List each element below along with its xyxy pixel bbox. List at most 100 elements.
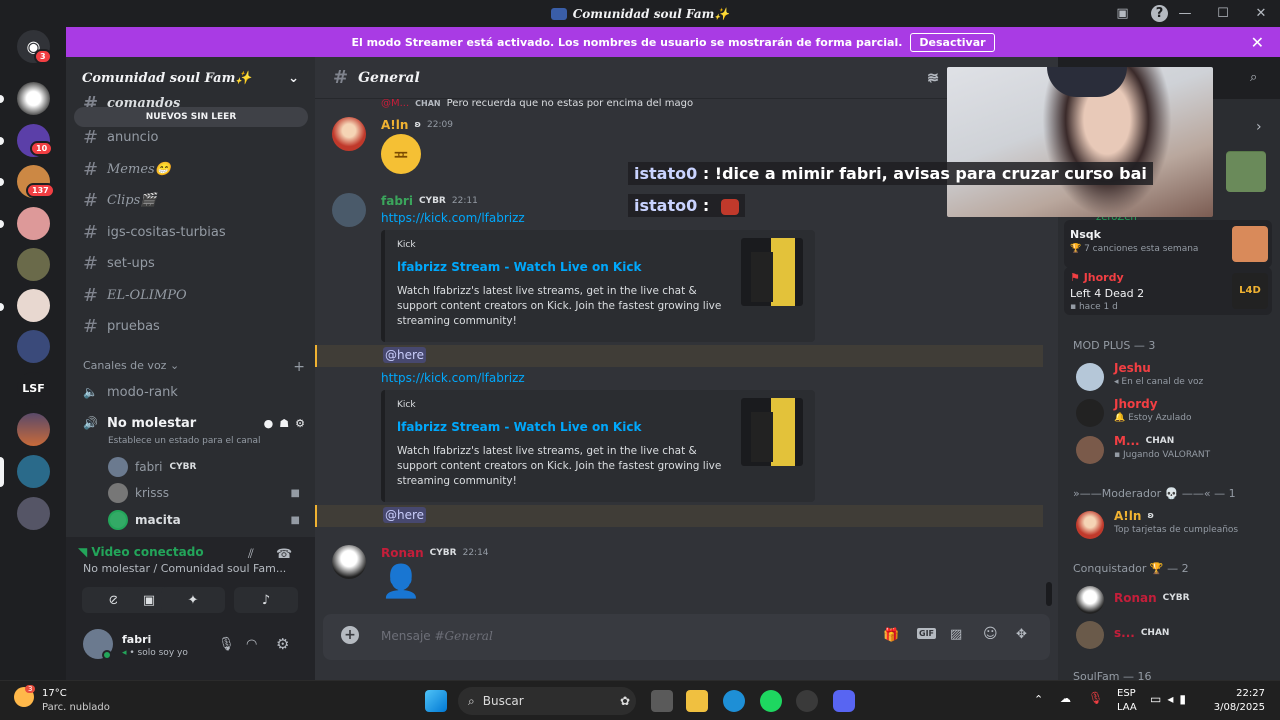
server-icon[interactable] — [17, 289, 50, 322]
voice-channel-no-molestar[interactable]: 🔊 No molestar ● ☗ ⚙ — [83, 410, 305, 436]
activity-button[interactable]: ✦ — [161, 587, 225, 613]
scrollbar[interactable] — [1046, 582, 1052, 606]
chevron-right-icon[interactable]: › — [1256, 119, 1262, 135]
unread-pill-icon — [0, 95, 4, 103]
maximize-icon[interactable]: ☐ — [1204, 6, 1242, 21]
discord-icon[interactable] — [833, 690, 855, 712]
inbox-icon[interactable]: ▣ — [1114, 5, 1131, 22]
channel-igs[interactable]: # igs-cositas-turbias — [83, 219, 226, 245]
avatar[interactable] — [332, 545, 366, 579]
embed-description: Watch lfabrizz's latest live streams, ge… — [397, 285, 722, 327]
embed-provider[interactable]: Kick — [397, 240, 416, 250]
channel-memes[interactable]: # Memes😁 — [83, 156, 171, 182]
disconnect-icon[interactable]: ☎ — [276, 547, 292, 562]
channel-anuncio[interactable]: # anuncio — [83, 124, 158, 150]
spotify-icon[interactable] — [760, 690, 782, 712]
message-link[interactable]: https://kick.com/lfabrizz — [381, 211, 525, 225]
channel-setups[interactable]: # set-ups — [83, 250, 155, 276]
embed-title[interactable]: lfabrizz Stream - Watch Live on Kick — [397, 420, 641, 434]
server-icon[interactable] — [17, 330, 50, 363]
server-icon[interactable] — [17, 455, 50, 488]
invite-icon[interactable]: ☗ — [279, 417, 289, 430]
voice-section-header[interactable]: Canales de voz ⌄ + — [83, 359, 305, 375]
embed-provider[interactable]: Kick — [397, 400, 416, 410]
gamepad-icon[interactable]: ✥ — [1016, 627, 1027, 642]
start-icon[interactable] — [425, 690, 447, 712]
server-icon[interactable] — [17, 82, 50, 115]
avatar[interactable] — [332, 193, 366, 227]
activity-card[interactable]: ⚑ Jhordy Left 4 Dead 2 ▪ hace 1 d L4D — [1064, 267, 1272, 315]
server-icon[interactable] — [17, 207, 50, 240]
embed-thumbnail[interactable] — [741, 238, 803, 306]
channel-olimpo[interactable]: # EL-OLIMPO — [83, 282, 187, 308]
noise-suppression-icon[interactable]: ⫽ — [248, 547, 254, 562]
message-author[interactable]: fabri — [381, 194, 413, 208]
activity-card[interactable]: Nsqk 🏆 7 canciones esta semana — [1064, 220, 1272, 268]
gear-icon[interactable]: ⚙ — [295, 417, 305, 430]
chat-icon[interactable]: ● — [264, 417, 274, 430]
server-lsf[interactable]: LSF — [17, 372, 50, 405]
member-item[interactable]: Jhordy 🔔 Estoy Azulado — [1076, 397, 1276, 431]
gift-icon[interactable]: 🎁 — [883, 628, 899, 643]
headphones-icon[interactable]: ◠ — [246, 637, 257, 652]
voice-channel-modo-rank[interactable]: 🔈 modo-rank — [83, 379, 178, 405]
user-tag: ʚ — [414, 120, 422, 130]
soundboard-button[interactable]: ♪ — [234, 587, 298, 613]
trophy-icon: 🏆 — [1070, 244, 1085, 254]
member-item[interactable]: Jeshu ◂ En el canal de voz — [1076, 361, 1276, 395]
language-indicator[interactable]: ESP LAA — [1117, 687, 1137, 715]
channel-status[interactable]: Establece un estado para el canal — [108, 436, 261, 446]
voice-user[interactable]: fabri CYBR — [108, 456, 196, 478]
avatar[interactable] — [332, 117, 366, 151]
microphone-icon[interactable]: 🎙 — [1088, 691, 1103, 705]
message-link[interactable]: https://kick.com/lfabrizz — [381, 371, 525, 385]
pin-icon[interactable]: ⇌ — [928, 72, 939, 87]
tray-app-icon[interactable]: ☁ — [1060, 692, 1071, 705]
member-name: Jeshu — [1114, 361, 1151, 375]
channel-pruebas[interactable]: # pruebas — [83, 313, 160, 339]
app-icon[interactable] — [796, 690, 818, 712]
clock[interactable]: 22:27 3/08/2025 — [1205, 687, 1265, 715]
taskbar-search[interactable]: ⌕ Buscar ✿ — [458, 687, 636, 715]
task-view-icon[interactable] — [651, 690, 673, 712]
voice-user[interactable]: macita ■ — [108, 509, 300, 531]
weather-widget[interactable]: 17°C Parc. nublado — [42, 687, 110, 715]
voice-location[interactable]: No molestar / Comunidad soul Fam... — [83, 562, 286, 575]
sticker-icon[interactable]: ▨ — [950, 627, 962, 642]
member-item[interactable]: Ronan CYBR — [1076, 584, 1276, 618]
voice-user[interactable]: krisss ■ — [108, 482, 300, 504]
embed-title[interactable]: lfabrizz Stream - Watch Live on Kick — [397, 260, 641, 274]
here-mention[interactable]: @here — [383, 347, 427, 363]
server-rail: ◉ 3 10 137 LSF — [0, 27, 66, 680]
server-icon[interactable] — [17, 413, 50, 446]
file-explorer-icon[interactable] — [686, 690, 708, 712]
add-channel-icon[interactable]: + — [293, 359, 305, 375]
clock-date: 3/08/2025 — [1213, 702, 1265, 713]
edge-icon[interactable] — [723, 690, 745, 712]
gear-icon[interactable]: ⚙ — [276, 635, 289, 653]
microphone-icon[interactable]: 🎙 — [218, 637, 235, 652]
message-author[interactable]: A!ln — [381, 118, 408, 132]
here-mention[interactable]: @here — [383, 507, 427, 523]
server-icon[interactable] — [17, 248, 50, 281]
reply-reference[interactable]: @M... CHAN Pero recuerda que no estas po… — [381, 98, 693, 109]
disable-streamer-button[interactable]: Desactivar — [910, 32, 995, 52]
member-item[interactable]: A!ln ʚ Top tarjetas de cumpleaños — [1076, 509, 1276, 543]
search-icon[interactable]: ⌕ — [1250, 70, 1257, 85]
gif-icon[interactable]: GIF — [917, 628, 937, 639]
channel-clips[interactable]: # Clips🎬 — [83, 187, 156, 213]
member-item[interactable]: M... CHAN ▪ Jugando VALORANT — [1076, 434, 1276, 468]
message-composer[interactable]: + Mensaje #General 🎁 GIF ▨ ☺ ✥ — [323, 614, 1050, 660]
add-attachment-icon[interactable]: + — [341, 626, 359, 644]
server-icon[interactable] — [17, 497, 50, 530]
close-icon[interactable]: ✕ — [1251, 33, 1264, 52]
member-item[interactable]: s... CHAN — [1076, 619, 1276, 653]
chevron-up-icon[interactable]: ⌃ — [1034, 693, 1043, 706]
message-author[interactable]: Ronan — [381, 546, 424, 560]
emoji-icon[interactable]: ☺ — [983, 626, 998, 642]
minimize-icon[interactable]: — — [1166, 6, 1204, 21]
avatar — [1076, 511, 1104, 539]
embed-thumbnail[interactable] — [741, 398, 803, 466]
close-window-icon[interactable]: ✕ — [1242, 6, 1280, 21]
system-tray-icons[interactable]: ▭◂▮ — [1150, 692, 1192, 706]
